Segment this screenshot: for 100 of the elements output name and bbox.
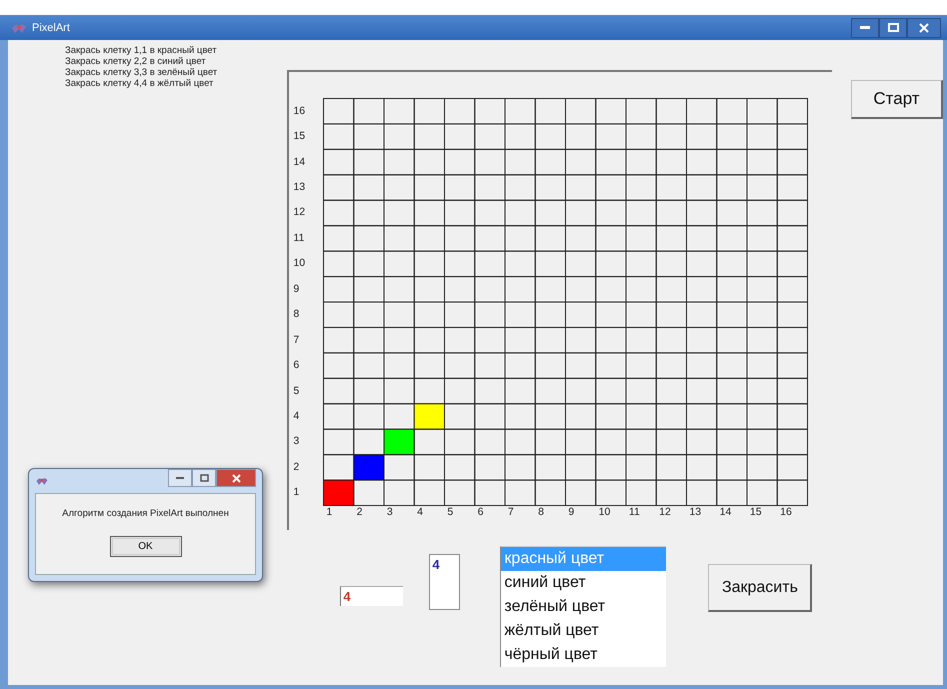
grid-cell[interactable] [626, 480, 658, 506]
color-list-item[interactable]: чёрный цвет [501, 643, 666, 667]
grid-cell[interactable] [596, 352, 627, 379]
grid-cell[interactable] [444, 378, 476, 404]
grid-cell[interactable] [504, 225, 536, 252]
minimize-button[interactable] [851, 18, 879, 38]
grid-cell[interactable] [716, 250, 748, 278]
grid-cell[interactable] [384, 174, 416, 201]
grid-cell[interactable] [596, 276, 627, 303]
grid-cell[interactable] [354, 352, 385, 379]
grid-cell[interactable] [474, 403, 506, 430]
grid-cell[interactable] [504, 326, 536, 354]
grid-cell[interactable] [686, 302, 718, 328]
grid-cell[interactable] [504, 352, 536, 379]
grid-cell[interactable] [656, 123, 688, 150]
grid-cell[interactable] [777, 225, 808, 252]
grid-cell[interactable] [354, 98, 385, 124]
grid-cell[interactable] [535, 123, 566, 150]
grid-cell[interactable] [686, 148, 718, 176]
grid-cell[interactable] [414, 326, 446, 354]
grid-cell[interactable] [535, 352, 566, 379]
grid-cell[interactable] [444, 276, 476, 303]
grid-cell[interactable] [626, 276, 658, 303]
grid-cell[interactable] [414, 250, 446, 278]
grid-cell[interactable] [716, 276, 748, 303]
grid-cell[interactable] [535, 98, 566, 124]
ok-button[interactable]: OK [110, 536, 182, 557]
grid-cell[interactable] [414, 123, 446, 150]
grid-cell[interactable] [596, 123, 627, 150]
grid-cell[interactable] [656, 480, 688, 506]
color-list-item[interactable]: синий цвет [501, 571, 666, 595]
grid-cell[interactable] [686, 98, 718, 124]
grid-cell[interactable] [686, 250, 718, 278]
painted-cell[interactable] [384, 428, 416, 456]
grid-cell[interactable] [504, 428, 536, 456]
grid-cell[interactable] [414, 98, 446, 124]
grid-cell[interactable] [596, 148, 627, 176]
grid-cell[interactable] [323, 276, 355, 303]
grid-cell[interactable] [565, 123, 597, 150]
minimize-button[interactable] [168, 469, 192, 487]
grid-cell[interactable] [596, 403, 627, 430]
grid-cell[interactable] [777, 123, 808, 150]
grid-cell[interactable] [535, 250, 566, 278]
grid-cell[interactable] [565, 225, 597, 252]
grid-cell[interactable] [656, 200, 688, 226]
grid-cell[interactable] [504, 276, 536, 303]
grid-cell[interactable] [474, 454, 506, 481]
grid-cell[interactable] [777, 454, 808, 481]
maximize-button[interactable] [879, 18, 907, 38]
grid-cell[interactable] [384, 454, 416, 481]
grid-cell[interactable] [656, 174, 688, 201]
grid-cell[interactable] [626, 378, 658, 404]
grid-cell[interactable] [565, 326, 597, 354]
grid-cell[interactable] [746, 378, 778, 404]
grid-cell[interactable] [323, 403, 355, 430]
grid-cell[interactable] [656, 302, 688, 328]
grid-cell[interactable] [746, 200, 778, 226]
grid-cell[interactable] [716, 98, 748, 124]
grid-cell[interactable] [535, 326, 566, 354]
grid-cell[interactable] [626, 403, 658, 430]
grid-cell[interactable] [504, 378, 536, 404]
grid-cell[interactable] [444, 480, 476, 506]
grid-cell[interactable] [777, 250, 808, 278]
grid-cell[interactable] [414, 200, 446, 226]
pixel-grid[interactable] [323, 98, 808, 506]
grid-cell[interactable] [535, 174, 566, 201]
grid-cell[interactable] [596, 225, 627, 252]
grid-cell[interactable] [626, 352, 658, 379]
column-field[interactable]: 4 [340, 586, 404, 606]
grid-cell[interactable] [323, 352, 355, 379]
grid-cell[interactable] [746, 480, 778, 506]
grid-cell[interactable] [474, 123, 506, 150]
grid-cell[interactable] [746, 454, 778, 481]
grid-cell[interactable] [746, 352, 778, 379]
grid-cell[interactable] [474, 98, 506, 124]
grid-cell[interactable] [565, 352, 597, 379]
grid-cell[interactable] [777, 200, 808, 226]
grid-cell[interactable] [716, 200, 748, 226]
grid-cell[interactable] [323, 225, 355, 252]
grid-cell[interactable] [384, 326, 416, 354]
grid-cell[interactable] [323, 98, 355, 124]
grid-cell[interactable] [535, 480, 566, 506]
grid-cell[interactable] [535, 302, 566, 328]
grid-cell[interactable] [504, 98, 536, 124]
grid-cell[interactable] [596, 302, 627, 328]
grid-cell[interactable] [444, 352, 476, 379]
grid-cell[interactable] [656, 148, 688, 176]
grid-cell[interactable] [354, 123, 385, 150]
grid-cell[interactable] [626, 200, 658, 226]
grid-cell[interactable] [474, 428, 506, 456]
grid-cell[interactable] [626, 302, 658, 328]
grid-cell[interactable] [323, 123, 355, 150]
grid-cell[interactable] [444, 98, 476, 124]
grid-cell[interactable] [384, 352, 416, 379]
grid-cell[interactable] [474, 276, 506, 303]
grid-cell[interactable] [746, 403, 778, 430]
grid-cell[interactable] [686, 378, 718, 404]
grid-cell[interactable] [686, 428, 718, 456]
grid-cell[interactable] [535, 428, 566, 456]
grid-cell[interactable] [444, 428, 476, 456]
